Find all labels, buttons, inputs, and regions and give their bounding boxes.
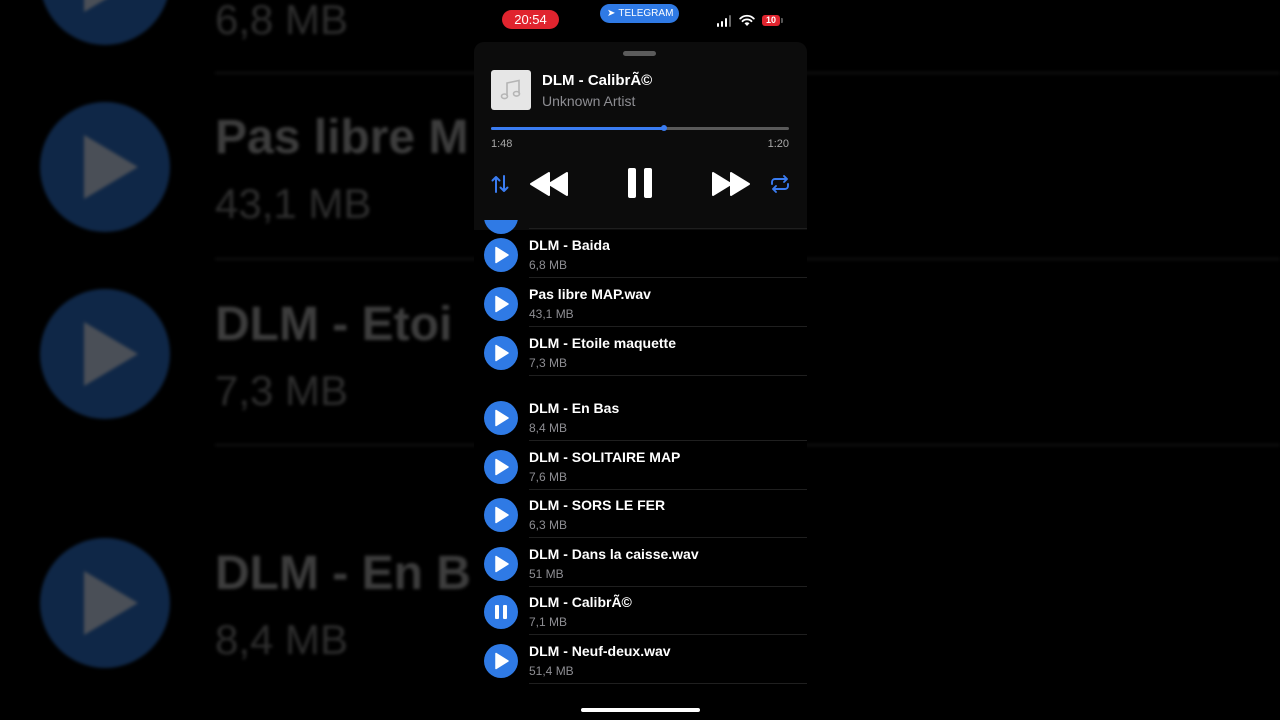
track-size: 43,1 MB [529, 307, 574, 321]
play-button[interactable] [484, 401, 518, 435]
row-divider [529, 440, 807, 441]
track-title: DLM - Etoile maquette [529, 335, 677, 351]
play-button[interactable] [484, 547, 518, 581]
bg-title: DLM - Etoi [215, 298, 453, 351]
track-row[interactable]: DLM - Etoile maquette 7,3 MB [474, 328, 807, 376]
rewind-button[interactable] [528, 169, 570, 199]
track-size: 6,8 MB [529, 258, 568, 272]
play-icon [495, 555, 509, 573]
play-button[interactable] [484, 644, 518, 678]
now-playing-panel: DLM - CalibrÃ© Unknown Artist 1:48 1:20 [474, 42, 807, 230]
track-title: DLM - Neuf-deux.wav [529, 643, 671, 659]
track-title: DLM - Dans la caisse.wav [529, 546, 699, 562]
album-art [491, 70, 531, 110]
cellular-signal-icon [717, 15, 731, 27]
play-button[interactable] [484, 450, 518, 484]
bg-size: 8,4 MB [215, 616, 349, 663]
play-button[interactable] [484, 498, 518, 532]
track-size: 7,1 MB [529, 615, 568, 629]
track-title: DLM - En Bas [529, 400, 620, 416]
play-icon [495, 344, 509, 362]
paper-plane-icon: ➤ [607, 8, 616, 19]
phone-screen: 20:54 ➤ TELEGRAM 10 DLM - CalibrÃ© Unknow… [474, 0, 807, 720]
progress-slider[interactable] [491, 125, 789, 131]
music-note-icon [500, 79, 521, 100]
bg-size: 7,3 MB [215, 367, 349, 414]
fast-forward-icon [712, 172, 750, 196]
row-divider [529, 326, 807, 327]
track-title: DLM - CalibrÃ© [529, 594, 632, 610]
sort-icon [491, 175, 509, 193]
row-divider [529, 537, 807, 538]
pause-button[interactable] [624, 166, 656, 200]
sort-button[interactable] [488, 172, 512, 196]
elapsed-time: 1:48 [491, 138, 513, 150]
bg-title: DLM - En B [215, 547, 471, 600]
play-icon [495, 409, 509, 427]
track-row[interactable]: Pas libre MAP.wav 43,1 MB [474, 279, 807, 327]
fast-forward-button[interactable] [710, 169, 752, 199]
track-size: 7,6 MB [529, 470, 568, 484]
track-title: DLM - Baida [529, 237, 610, 253]
bg-size: 43,1 MB [215, 180, 372, 227]
now-playing-artist: Unknown Artist [542, 93, 636, 109]
play-icon [495, 458, 509, 476]
play-icon [495, 295, 509, 313]
track-size: 7,3 MB [529, 356, 568, 370]
progress-knob[interactable] [660, 125, 667, 131]
app-pill-label: TELEGRAM [618, 8, 674, 19]
status-bar: 20:54 ➤ TELEGRAM 10 [474, 0, 807, 40]
play-button[interactable] [484, 287, 518, 321]
track-row[interactable]: DLM - SOLITAIRE MAP 7,6 MB [474, 442, 807, 490]
pause-button[interactable] [484, 595, 518, 629]
track-row[interactable]: DLM - Baida 6,8 MB [474, 230, 807, 278]
track-row[interactable]: DLM - SORS LE FER 6,3 MB [474, 490, 807, 538]
play-icon [495, 246, 509, 264]
track-title: Pas libre MAP.wav [529, 286, 651, 302]
bg-play-icon [40, 102, 170, 232]
bg-play-icon [40, 289, 170, 419]
repeat-button[interactable] [768, 172, 792, 196]
track-title: DLM - SOLITAIRE MAP [529, 449, 681, 465]
bg-play-icon [40, 538, 170, 668]
wifi-icon [739, 14, 755, 26]
pause-icon [495, 605, 507, 619]
home-indicator [581, 708, 700, 712]
row-divider [529, 683, 807, 684]
track-row[interactable]: DLM - En Bas 8,4 MB [474, 393, 807, 441]
play-button[interactable] [484, 238, 518, 272]
play-icon [495, 652, 509, 670]
row-divider [529, 375, 807, 376]
bg-play-icon [40, 0, 170, 45]
now-playing-title: DLM - CalibrÃ© [542, 72, 653, 89]
track-row[interactable]: DLM - Dans la caisse.wav 51 MB [474, 539, 807, 587]
repeat-icon [771, 175, 789, 193]
sheet-grabber-handle[interactable] [623, 51, 656, 56]
track-title: DLM - SORS LE FER [529, 497, 666, 513]
track-size: 6,3 MB [529, 518, 568, 532]
play-button[interactable] [484, 336, 518, 370]
track-row[interactable]: DLM - Neuf-deux.wav 51,4 MB [474, 636, 807, 684]
track-size: 8,4 MB [529, 421, 568, 435]
progress-fill [491, 127, 664, 130]
battery-indicator: 10 [762, 15, 783, 26]
divider [529, 228, 807, 229]
total-time: 1:20 [767, 138, 789, 150]
play-icon [495, 506, 509, 524]
rewind-icon [530, 172, 568, 196]
bg-size: 6,8 MB [215, 0, 349, 43]
pause-icon [628, 168, 652, 198]
track-row[interactable]: DLM - CalibrÃ© 7,1 MB [474, 587, 807, 635]
telegram-return-pill[interactable]: ➤ TELEGRAM [600, 4, 679, 23]
track-size: 51,4 MB [529, 664, 574, 678]
row-divider [529, 634, 807, 635]
status-time[interactable]: 20:54 [502, 10, 559, 29]
bg-title: Pas libre M [215, 111, 469, 164]
track-size: 51 MB [529, 567, 564, 581]
row-divider [529, 277, 807, 278]
